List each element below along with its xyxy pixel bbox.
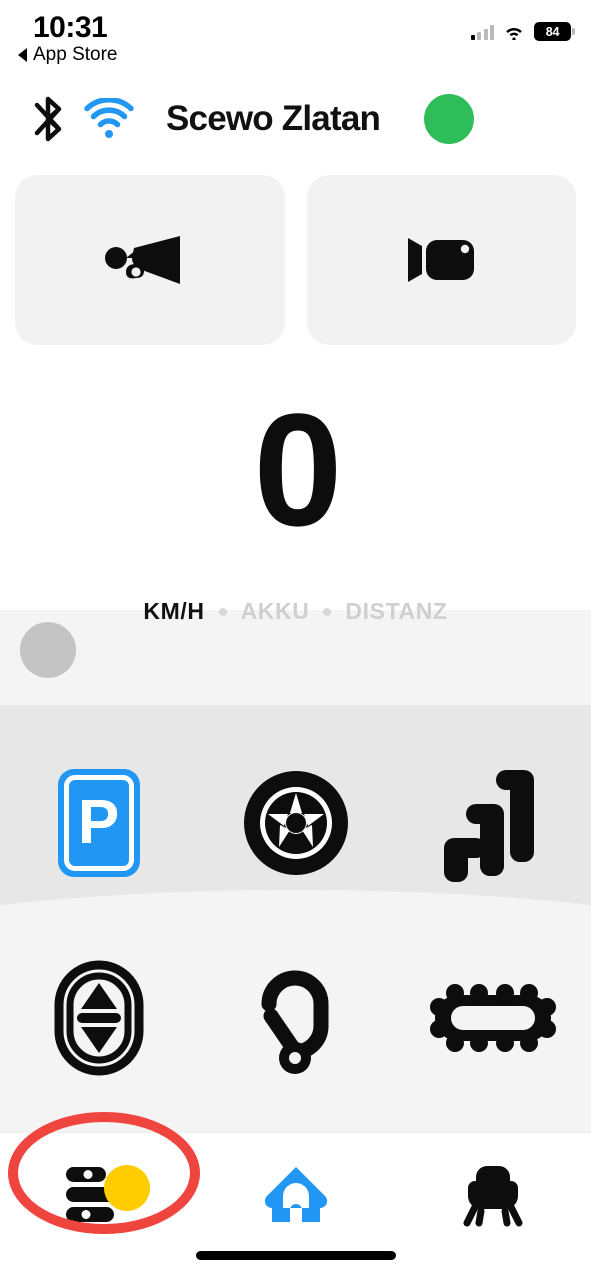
control-row-primary: P (0, 760, 591, 885)
tab-separator-icon (218, 607, 227, 616)
nav-home[interactable] (197, 1159, 394, 1231)
device-name: Scewo Zlatan (166, 99, 381, 138)
quick-actions-row (0, 175, 591, 345)
home-indicator (195, 1251, 396, 1260)
app-screen: 10:31 App Store 84 Scewo Zlatan 0 KM/H A… (0, 0, 591, 1280)
parking-mode-button[interactable]: P (0, 760, 197, 885)
stairs-icon (443, 769, 534, 882)
tab-akku[interactable]: AKKU (241, 598, 310, 625)
wheel-icon (243, 770, 348, 875)
control-row-secondary (0, 955, 591, 1080)
settings-notification-badge (103, 1165, 150, 1211)
metric-tabs: KM/H AKKU DISTANZ (0, 598, 591, 625)
bluetooth-icon (34, 96, 62, 142)
camera-button[interactable] (306, 175, 576, 345)
tab-kmh[interactable]: KM/H (143, 598, 204, 625)
house-icon (264, 1167, 327, 1222)
lift-height-button[interactable] (0, 955, 197, 1080)
hook-button[interactable] (197, 955, 394, 1080)
battery-icon: 84 (534, 22, 575, 41)
track-mode-button[interactable] (394, 955, 591, 1080)
wifi-icon (84, 98, 134, 138)
up-down-arrows-oval-icon (54, 960, 143, 1075)
status-bar-time: 10:31 (33, 11, 108, 44)
status-bar: 10:31 App Store 84 (0, 0, 591, 72)
back-triangle-icon (18, 48, 27, 62)
tab-separator-icon (323, 607, 332, 616)
tab-distanz[interactable]: DISTANZ (345, 598, 447, 625)
status-bar-indicators: 84 (470, 22, 575, 41)
device-header: Scewo Zlatan (0, 86, 591, 152)
wheel-mode-button[interactable] (197, 760, 394, 885)
back-label: App Store (33, 44, 118, 65)
battery-level: 84 (545, 24, 560, 39)
speed-display: 0 (0, 380, 591, 559)
caterpillar-track-icon (429, 983, 556, 1052)
video-camera-icon (408, 238, 475, 282)
cellular-signal-icon (470, 24, 494, 40)
stairs-mode-button[interactable] (394, 760, 591, 885)
speed-slider-knob[interactable] (20, 622, 76, 678)
parking-p-icon: P (57, 768, 140, 877)
horn-icon (104, 236, 180, 284)
nav-seat[interactable] (394, 1159, 591, 1231)
carabiner-hook-icon (261, 970, 328, 1074)
wifi-icon (506, 28, 522, 40)
seat-icon (463, 1166, 522, 1227)
speed-value: 0 (253, 380, 343, 559)
horn-button[interactable] (15, 175, 285, 345)
nav-settings[interactable] (0, 1159, 197, 1231)
back-to-app-store-link[interactable]: App Store (18, 44, 118, 66)
status-dot (424, 94, 475, 144)
